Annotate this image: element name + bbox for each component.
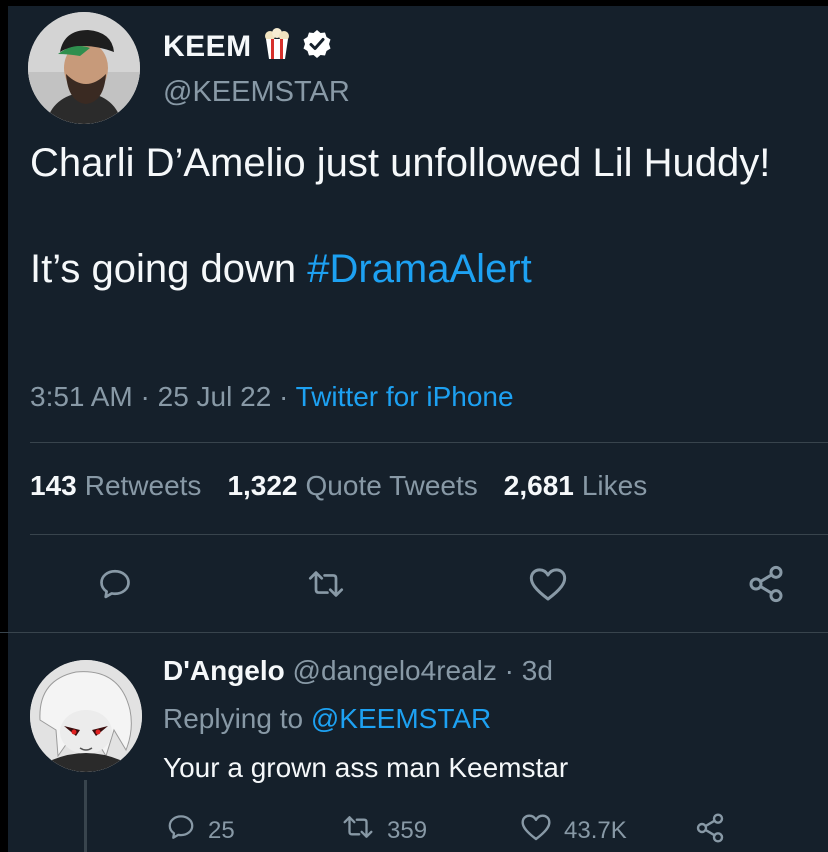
reply-reply-count: 25 [208,816,235,844]
reply-retweet-button[interactable]: 359 [341,812,427,849]
share-icon [746,564,786,609]
tweet-text-line-1: Charli D’Amelio just unfollowed Lil Hudd… [30,141,771,185]
reply-button[interactable] [93,564,137,608]
reply-like-button[interactable]: 43.7K [520,812,627,849]
quote-tweets-stat[interactable]: 1,322 Quote Tweets [227,470,477,502]
author-avatar[interactable] [28,12,140,124]
retweet-button[interactable] [304,564,348,608]
frame-top-border [0,0,828,6]
share-icon [694,812,726,851]
thread-line [84,780,87,852]
reply-time[interactable]: 3d [522,655,553,686]
reply-like-count: 43.7K [564,816,627,844]
reply-icon [166,812,196,849]
reply-header: D'Angelo @dangelo4realz · 3d [163,655,553,686]
reply-author-name[interactable]: D'Angelo [163,655,285,686]
tweet-meta: 3:51 AM · 25 Jul 22 · Twitter for iPhone [30,381,514,412]
likes-stat[interactable]: 2,681 Likes [504,470,647,502]
tweet-text: Charli D’Amelio just unfollowed Lil Hudd… [30,137,800,295]
tweet-text-line-2: It’s going down #DramaAlert [30,243,800,295]
frame-left-border [0,0,8,852]
share-button[interactable] [744,564,788,608]
retweet-icon [306,566,346,607]
reply-retweet-count: 359 [387,816,428,844]
tweet-stats: 143 Retweets 1,322 Quote Tweets 2,681 Likes [30,470,647,502]
tweet-source-link[interactable]: Twitter for iPhone [296,381,514,412]
replying-to: Replying to @KEEMSTAR [163,703,492,734]
like-button[interactable] [526,564,570,608]
reply-reply-button[interactable]: 25 [166,812,235,849]
retweets-stat[interactable]: 143 Retweets [30,470,201,502]
reply-text: Your a grown ass man Keemstar [163,752,569,783]
tweet-date[interactable]: 25 Jul 22 [158,381,272,412]
divider [30,534,828,535]
verified-badge-icon [302,29,332,64]
author-name-row: KEEM [163,28,332,65]
reply-author-avatar[interactable] [30,660,142,772]
retweet-icon [341,812,375,849]
tweet-text-prefix: It’s going down [30,247,308,291]
divider [0,632,828,633]
divider [30,442,828,443]
heart-icon [520,812,552,849]
popcorn-icon [262,28,292,65]
reply-share-button[interactable] [694,812,726,851]
hashtag-link[interactable]: #DramaAlert [307,247,532,291]
heart-icon [528,565,568,608]
reply-icon [97,566,133,607]
author-display-name[interactable]: KEEM [163,30,252,64]
reply-author-handle[interactable]: @dangelo4realz [293,655,497,686]
author-handle[interactable]: @KEEMSTAR [163,76,350,109]
replying-to-mention[interactable]: @KEEMSTAR [311,703,491,734]
tweet-time[interactable]: 3:51 AM [30,381,133,412]
